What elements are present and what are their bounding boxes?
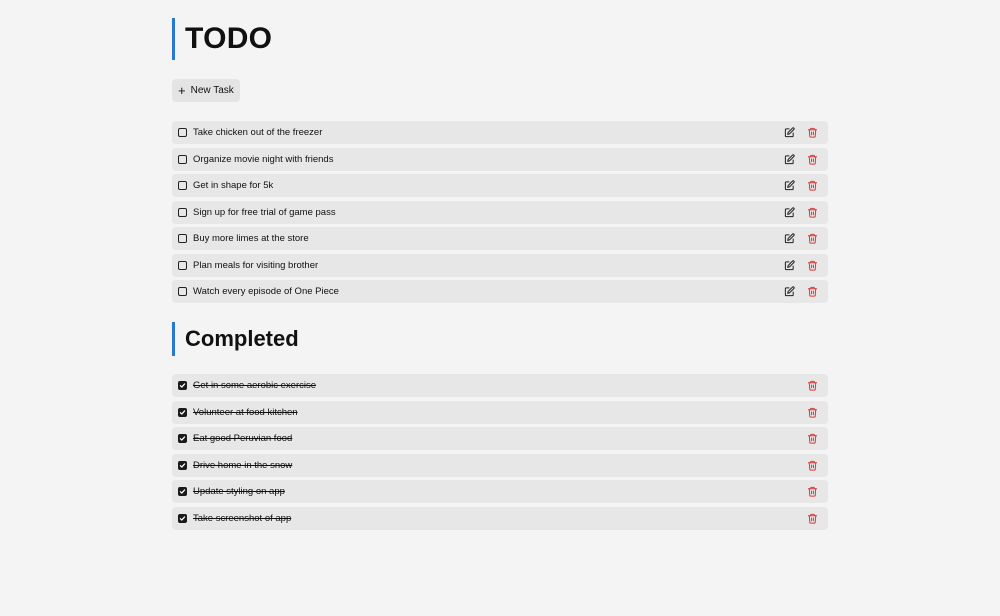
edit-icon[interactable] [782, 205, 796, 219]
task-text: Sign up for free trial of game pass [193, 206, 336, 218]
trash-icon[interactable] [805, 379, 819, 393]
edit-icon[interactable] [782, 179, 796, 193]
todo-task-list: Take chicken out of the freezer Organize… [172, 121, 828, 303]
todo-task-row: Take chicken out of the freezer [172, 121, 828, 144]
todo-task-row: Plan meals for visiting brother [172, 253, 828, 277]
task-actions [782, 152, 819, 166]
task-text: Organize movie night with friends [193, 153, 334, 165]
checkbox-icon[interactable] [178, 128, 187, 137]
checkbox-icon[interactable] [178, 234, 187, 243]
task-text: Take chicken out of the freezer [193, 127, 323, 138]
completed-heading: Completed [172, 322, 828, 356]
trash-icon[interactable] [805, 126, 819, 140]
task-text: Get in some aerobic exercise [193, 380, 317, 391]
task-actions [782, 126, 819, 140]
completed-task-list: Get in some aerobic exercise Volunteer a… [172, 374, 828, 530]
task-text: Update styling on app [193, 486, 285, 497]
task-text: Buy more limes at the store [193, 233, 309, 244]
completed-task-row: Eat good Peruvian food [172, 427, 828, 450]
edit-icon[interactable] [782, 152, 796, 166]
task-actions [782, 232, 819, 246]
checkbox-checked-icon[interactable] [178, 407, 187, 417]
edit-icon[interactable] [782, 285, 796, 299]
checkbox-icon[interactable] [178, 154, 187, 164]
todo-app: TODO + New Task Take chicken out of the … [0, 0, 1000, 616]
task-actions [805, 458, 819, 472]
edit-icon[interactable] [782, 232, 796, 246]
checkbox-checked-icon[interactable] [178, 487, 187, 496]
task-actions [782, 258, 819, 272]
checkbox-checked-icon[interactable] [178, 513, 187, 523]
task-text: Plan meals for visiting brother [193, 259, 319, 271]
task-text: Watch every episode of One Piece [193, 286, 339, 297]
trash-icon[interactable] [805, 511, 819, 525]
plus-icon: + [178, 83, 186, 98]
checkbox-checked-icon[interactable] [178, 460, 187, 470]
task-actions [782, 285, 819, 299]
todo-task-row: Sign up for free trial of game pass [172, 200, 828, 224]
completed-task-row: Get in some aerobic exercise [172, 374, 828, 397]
checkbox-icon[interactable] [178, 260, 187, 270]
trash-icon[interactable] [805, 285, 819, 299]
task-text: Take screenshot of app [193, 512, 292, 524]
todo-task-row: Get in shape for 5k [172, 174, 828, 197]
task-actions [805, 379, 819, 393]
todo-heading: TODO [172, 18, 828, 60]
task-actions [782, 179, 819, 193]
task-actions [805, 485, 819, 499]
trash-icon[interactable] [805, 432, 819, 446]
task-actions [805, 511, 819, 525]
completed-task-row: Take screenshot of app [172, 506, 828, 530]
checkbox-checked-icon[interactable] [178, 381, 187, 390]
checkbox-icon[interactable] [178, 181, 187, 190]
completed-section: Completed Get in some aerobic exercise V… [172, 322, 828, 530]
trash-icon[interactable] [805, 258, 819, 272]
todo-task-row: Organize movie night with friends [172, 147, 828, 171]
task-text: Volunteer at food kitchen [193, 406, 298, 418]
task-text: Drive home in the snow [193, 459, 293, 471]
trash-icon[interactable] [805, 232, 819, 246]
task-actions [805, 405, 819, 419]
completed-task-row: Update styling on app [172, 480, 828, 503]
trash-icon[interactable] [805, 485, 819, 499]
completed-task-row: Drive home in the snow [172, 453, 828, 477]
trash-icon[interactable] [805, 179, 819, 193]
trash-icon[interactable] [805, 205, 819, 219]
edit-icon[interactable] [782, 126, 796, 140]
task-actions [782, 205, 819, 219]
completed-task-row: Volunteer at food kitchen [172, 400, 828, 424]
new-task-label: New Task [190, 85, 234, 96]
checkbox-icon[interactable] [178, 287, 187, 296]
todo-task-row: Buy more limes at the store [172, 227, 828, 250]
new-task-button[interactable]: + New Task [172, 79, 240, 102]
todo-task-row: Watch every episode of One Piece [172, 280, 828, 303]
checkbox-icon[interactable] [178, 207, 187, 217]
trash-icon[interactable] [805, 458, 819, 472]
task-text: Get in shape for 5k [193, 180, 274, 191]
task-actions [805, 432, 819, 446]
main-container: TODO + New Task Take chicken out of the … [172, 18, 828, 530]
task-text: Eat good Peruvian food [193, 433, 293, 444]
trash-icon[interactable] [805, 152, 819, 166]
checkbox-checked-icon[interactable] [178, 434, 187, 443]
edit-icon[interactable] [782, 258, 796, 272]
trash-icon[interactable] [805, 405, 819, 419]
